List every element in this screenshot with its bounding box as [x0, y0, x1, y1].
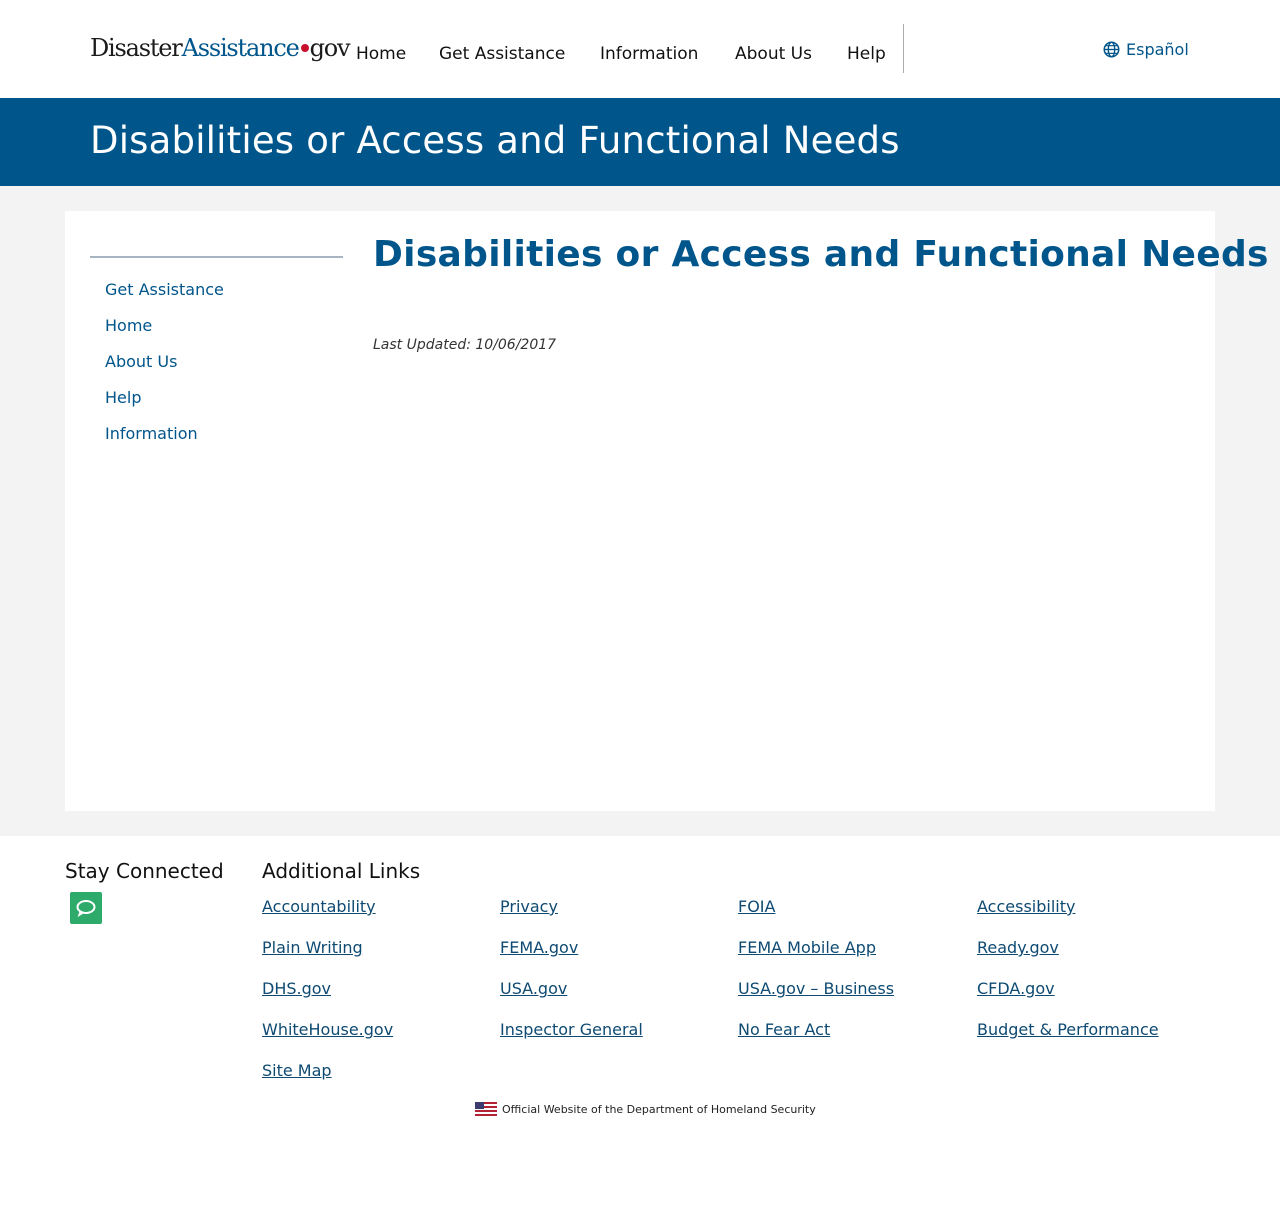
- logo-text-assistance: Assistance: [181, 34, 300, 62]
- banner-title: Disabilities or Access and Functional Ne…: [90, 119, 900, 162]
- globe-icon: [1103, 41, 1120, 57]
- footer-link-inspector-general[interactable]: Inspector General: [500, 1020, 643, 1039]
- footer-link-plain-writing[interactable]: Plain Writing: [262, 938, 363, 957]
- footer-link-privacy[interactable]: Privacy: [500, 897, 558, 916]
- official-website-text: Official Website of the Department of Ho…: [502, 1102, 816, 1116]
- footer-link-usa-gov-business[interactable]: USA.gov – Business: [738, 979, 894, 998]
- last-updated-text: Last Updated: 10/06/2017: [373, 337, 557, 353]
- page-banner: Disabilities or Access and Functional Ne…: [0, 98, 1280, 186]
- site-logo[interactable]: DisasterAssistance gov: [90, 34, 351, 62]
- nav-divider: [903, 24, 904, 73]
- footer-link-accountability[interactable]: Accountability: [262, 897, 376, 916]
- footer-link-whitehouse-gov[interactable]: WhiteHouse.gov: [262, 1020, 393, 1039]
- footer-link-no-fear-act[interactable]: No Fear Act: [738, 1020, 830, 1039]
- page-title: Disabilities or Access and Functional Ne…: [373, 234, 1269, 275]
- footer-link-ready-gov[interactable]: Ready.gov: [977, 938, 1059, 957]
- footer-link-dhs-gov[interactable]: DHS.gov: [262, 979, 331, 998]
- sidebar-item-help[interactable]: Help: [105, 388, 141, 407]
- us-flag-icon: [475, 1102, 497, 1116]
- nav-get-assistance[interactable]: Get Assistance: [439, 44, 565, 64]
- nav-information[interactable]: Information: [600, 44, 698, 64]
- nav-about-us[interactable]: About Us: [735, 44, 812, 64]
- footer-link-budget-performance[interactable]: Budget & Performance: [977, 1020, 1159, 1039]
- content-card: [65, 211, 1215, 811]
- footer-link-cfda-gov[interactable]: CFDA.gov: [977, 979, 1055, 998]
- footer-link-fema-gov[interactable]: FEMA.gov: [500, 938, 578, 957]
- official-website-notice: Official Website of the Department of Ho…: [475, 1101, 816, 1117]
- language-toggle-link[interactable]: Español: [1103, 38, 1189, 60]
- chat-bubble-icon: [76, 900, 96, 918]
- footer-link-accessibility[interactable]: Accessibility: [977, 897, 1075, 916]
- sidebar-item-home[interactable]: Home: [105, 316, 152, 335]
- stay-connected-heading: Stay Connected: [65, 859, 224, 883]
- sidebar-item-information[interactable]: Information: [105, 424, 198, 443]
- nav-home[interactable]: Home: [356, 44, 406, 64]
- logo-dot: [300, 44, 309, 52]
- nav-help[interactable]: Help: [847, 44, 886, 64]
- footer-link-site-map[interactable]: Site Map: [262, 1061, 332, 1080]
- additional-links-heading: Additional Links: [262, 859, 421, 883]
- footer-link-fema-mobile-app[interactable]: FEMA Mobile App: [738, 938, 876, 957]
- site-header: DisasterAssistance gov Home Get Assistanc…: [0, 0, 1280, 98]
- sidebar-divider: [90, 256, 343, 258]
- sidebar-item-get-assistance[interactable]: Get Assistance: [105, 280, 224, 299]
- footer-link-usa-gov[interactable]: USA.gov: [500, 979, 567, 998]
- footer-link-foia[interactable]: FOIA: [738, 897, 775, 916]
- chat-button[interactable]: [70, 892, 102, 924]
- sidebar-item-about-us[interactable]: About Us: [105, 352, 177, 371]
- language-label: Español: [1126, 39, 1189, 59]
- logo-text-disaster: Disaster: [90, 34, 183, 62]
- logo-text-gov: gov: [309, 34, 351, 62]
